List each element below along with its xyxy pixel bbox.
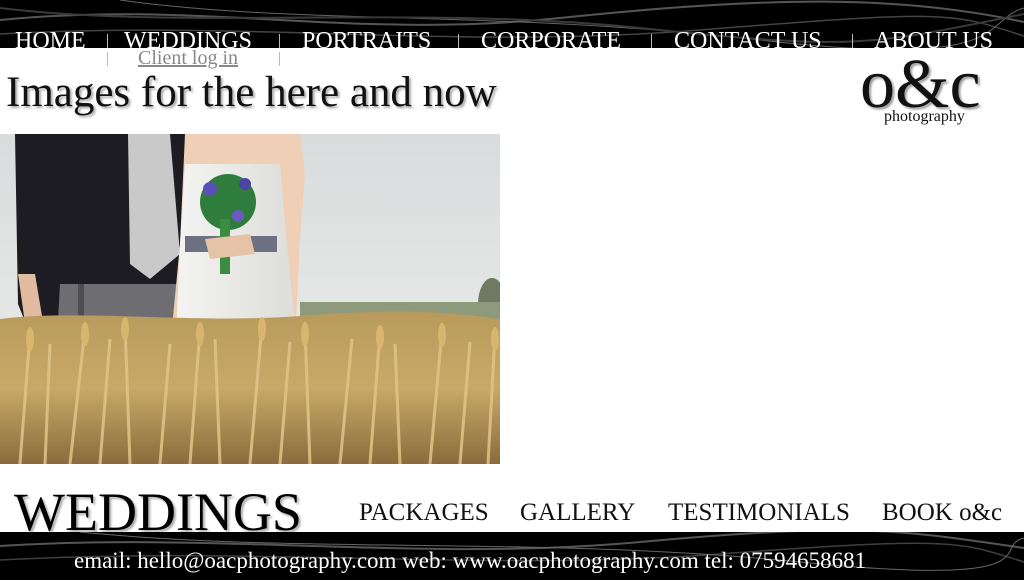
hero-photo [0, 134, 500, 464]
nav-divider [279, 34, 280, 49]
brand-logo[interactable]: o&c photography [858, 50, 998, 130]
subnav-gallery[interactable]: GALLERY [520, 499, 635, 527]
subnav-testimonials[interactable]: TESTIMONIALS [668, 499, 850, 527]
client-login-link[interactable]: Client log in [138, 47, 238, 70]
subnav-book[interactable]: BOOK o&c [882, 499, 1002, 527]
subnav-packages[interactable]: PACKAGES [359, 499, 489, 527]
nav-divider [458, 34, 459, 49]
submenu-divider [107, 52, 108, 66]
footer-contact: email: hello@oacphotography.com web: www… [74, 548, 867, 573]
page-tagline: Images for the here and now [6, 69, 497, 116]
logo-subtitle: photography [884, 108, 965, 125]
submenu-divider [279, 52, 280, 66]
nav-divider [651, 34, 652, 49]
nav-divider [107, 34, 108, 49]
nav-divider [852, 34, 853, 49]
wedding-photo-image [0, 134, 500, 464]
